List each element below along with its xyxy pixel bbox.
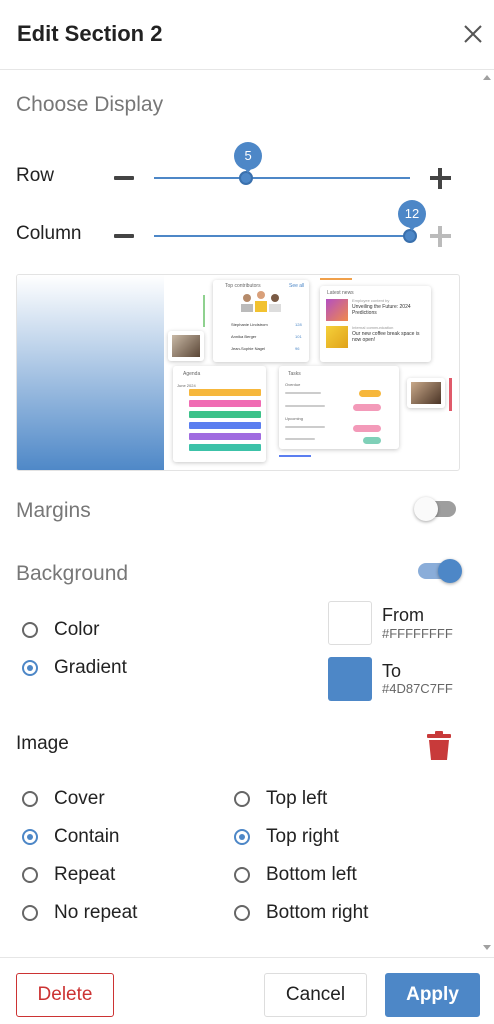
radio-circle — [234, 905, 250, 921]
preview-contributor-2-count: 101 — [295, 334, 302, 339]
image-position-bottom-left-label: Bottom left — [266, 864, 357, 885]
preview-tasks-group2: Upcoming — [285, 416, 304, 421]
row-label: Row — [16, 165, 55, 186]
background-toggle-knob — [438, 559, 462, 583]
background-toggle[interactable] — [416, 559, 462, 583]
scroll-down-icon[interactable] — [483, 945, 491, 950]
preview-gradient-background — [17, 275, 164, 470]
row-slider: Row 5 — [0, 142, 470, 198]
preview-photo-card-2 — [407, 378, 445, 408]
image-position-top-right-label: Top right — [266, 826, 339, 847]
preview-top-contributors-title: Top contributors — [225, 283, 261, 289]
radio-circle — [22, 867, 38, 883]
scroll-up-icon[interactable] — [483, 75, 491, 80]
preview-latest-news-card: Latest news Employee content by Unveilin… — [320, 286, 431, 362]
row-slider-track[interactable] — [154, 177, 410, 179]
column-minus-icon[interactable] — [114, 234, 134, 238]
gradient-from-label: From — [382, 605, 424, 625]
preview-latest-news-title: Latest news — [327, 290, 354, 296]
preview-news-2-headline: Our new coffee break space is now open! — [352, 331, 420, 343]
row-value-bubble: 5 — [234, 142, 263, 173]
dialog-title: Edit Section 2 — [17, 21, 163, 46]
margins-toggle[interactable] — [414, 497, 458, 521]
radio-circle — [234, 867, 250, 883]
preview-tasks-group1: Overdue — [285, 382, 301, 387]
image-fit-no-repeat[interactable]: No repeat — [22, 900, 172, 926]
trash-icon[interactable] — [426, 731, 452, 761]
radio-circle — [234, 791, 250, 807]
preview-contributor-3-count: 96 — [295, 346, 300, 351]
image-fit-repeat-label: Repeat — [54, 864, 116, 885]
preview-top-contributors-card: Top contributors See all Stephanie Linds… — [213, 280, 309, 362]
radio-circle — [22, 829, 38, 845]
image-position-top-left[interactable]: Top left — [234, 786, 404, 812]
choose-display-label: Choose Display — [16, 93, 164, 116]
image-fit-contain[interactable]: Contain — [22, 824, 172, 850]
column-label: Column — [16, 223, 82, 244]
gradient-to-hex: #4D87C7FF — [382, 681, 453, 696]
gradient-to-swatch[interactable] — [328, 657, 372, 701]
radio-circle — [22, 622, 38, 638]
cancel-button[interactable]: Cancel — [264, 973, 367, 1017]
preview-tasks-title: Tasks — [288, 371, 301, 377]
column-slider-thumb[interactable]: 12 — [398, 200, 426, 243]
image-fit-cover-label: Cover — [54, 788, 105, 809]
image-position-bottom-right-label: Bottom right — [266, 902, 369, 923]
gradient-from-hex: #FFFFFFFF — [382, 626, 453, 641]
background-option-gradient[interactable]: Gradient — [22, 655, 162, 681]
image-fit-repeat[interactable]: Repeat — [22, 862, 172, 888]
dialog-footer: Delete Cancel Apply — [0, 957, 494, 1024]
dialog-body: Choose Display Row 5 Column 12 Top contr… — [0, 71, 494, 956]
image-position-top-right[interactable]: Top right — [234, 824, 404, 850]
image-position-bottom-right[interactable]: Bottom right — [234, 900, 414, 926]
radio-circle — [22, 905, 38, 921]
dialog-header: Edit Section 2 — [0, 0, 494, 70]
preview-contributor-3: Jean-Sophie Nagel — [231, 346, 266, 351]
column-slider: Column 12 — [0, 200, 470, 256]
gradient-from-swatch[interactable] — [328, 601, 372, 645]
preview-contributor-1-count: 128 — [295, 322, 302, 327]
radio-circle — [234, 829, 250, 845]
apply-button[interactable]: Apply — [385, 973, 480, 1017]
margins-label: Margins — [16, 499, 91, 522]
image-label: Image — [16, 733, 69, 754]
preview-news-2-tag: Internal communication — [352, 325, 394, 330]
delete-button[interactable]: Delete — [16, 973, 114, 1017]
image-fit-contain-label: Contain — [54, 826, 120, 847]
section-preview: Top contributors See all Stephanie Linds… — [16, 274, 460, 471]
preview-contributor-2: Annika Berger — [231, 334, 257, 339]
margins-toggle-knob — [414, 497, 438, 521]
image-fit-no-repeat-label: No repeat — [54, 902, 138, 923]
close-icon[interactable] — [458, 19, 488, 49]
preview-agenda-card: Agenda June 2024 — [173, 366, 266, 462]
row-slider-thumb[interactable]: 5 — [234, 142, 263, 185]
background-label: Background — [16, 562, 129, 585]
preview-photo-card — [168, 331, 204, 361]
preview-tasks-card: Tasks Overdue Upcoming — [279, 366, 399, 449]
column-plus-icon[interactable] — [430, 226, 451, 247]
radio-circle — [22, 791, 38, 807]
gradient-to-label: To — [382, 661, 402, 681]
preview-agenda-title: Agenda — [183, 371, 201, 377]
preview-contributor-1: Stephanie Lindstrom — [231, 322, 268, 327]
row-minus-icon[interactable] — [114, 176, 134, 180]
radio-circle — [22, 660, 38, 676]
image-position-bottom-left[interactable]: Bottom left — [234, 862, 404, 888]
row-plus-icon[interactable] — [430, 168, 451, 189]
column-value-bubble: 12 — [398, 200, 426, 231]
column-slider-track[interactable] — [154, 235, 410, 237]
background-option-gradient-label: Gradient — [54, 657, 127, 678]
image-fit-cover[interactable]: Cover — [22, 786, 172, 812]
scrollbar[interactable] — [482, 71, 494, 956]
preview-see-all: See all — [289, 283, 305, 289]
preview-news-1-headline: Unveiling the Future: 2024 Predictions — [352, 304, 411, 316]
background-option-color-label: Color — [54, 619, 100, 640]
preview-news-1-tag: Employee content by — [352, 298, 390, 303]
image-position-top-left-label: Top left — [266, 788, 328, 809]
background-option-color[interactable]: Color — [22, 617, 142, 643]
preview-agenda-month: June 2024 — [177, 383, 196, 388]
